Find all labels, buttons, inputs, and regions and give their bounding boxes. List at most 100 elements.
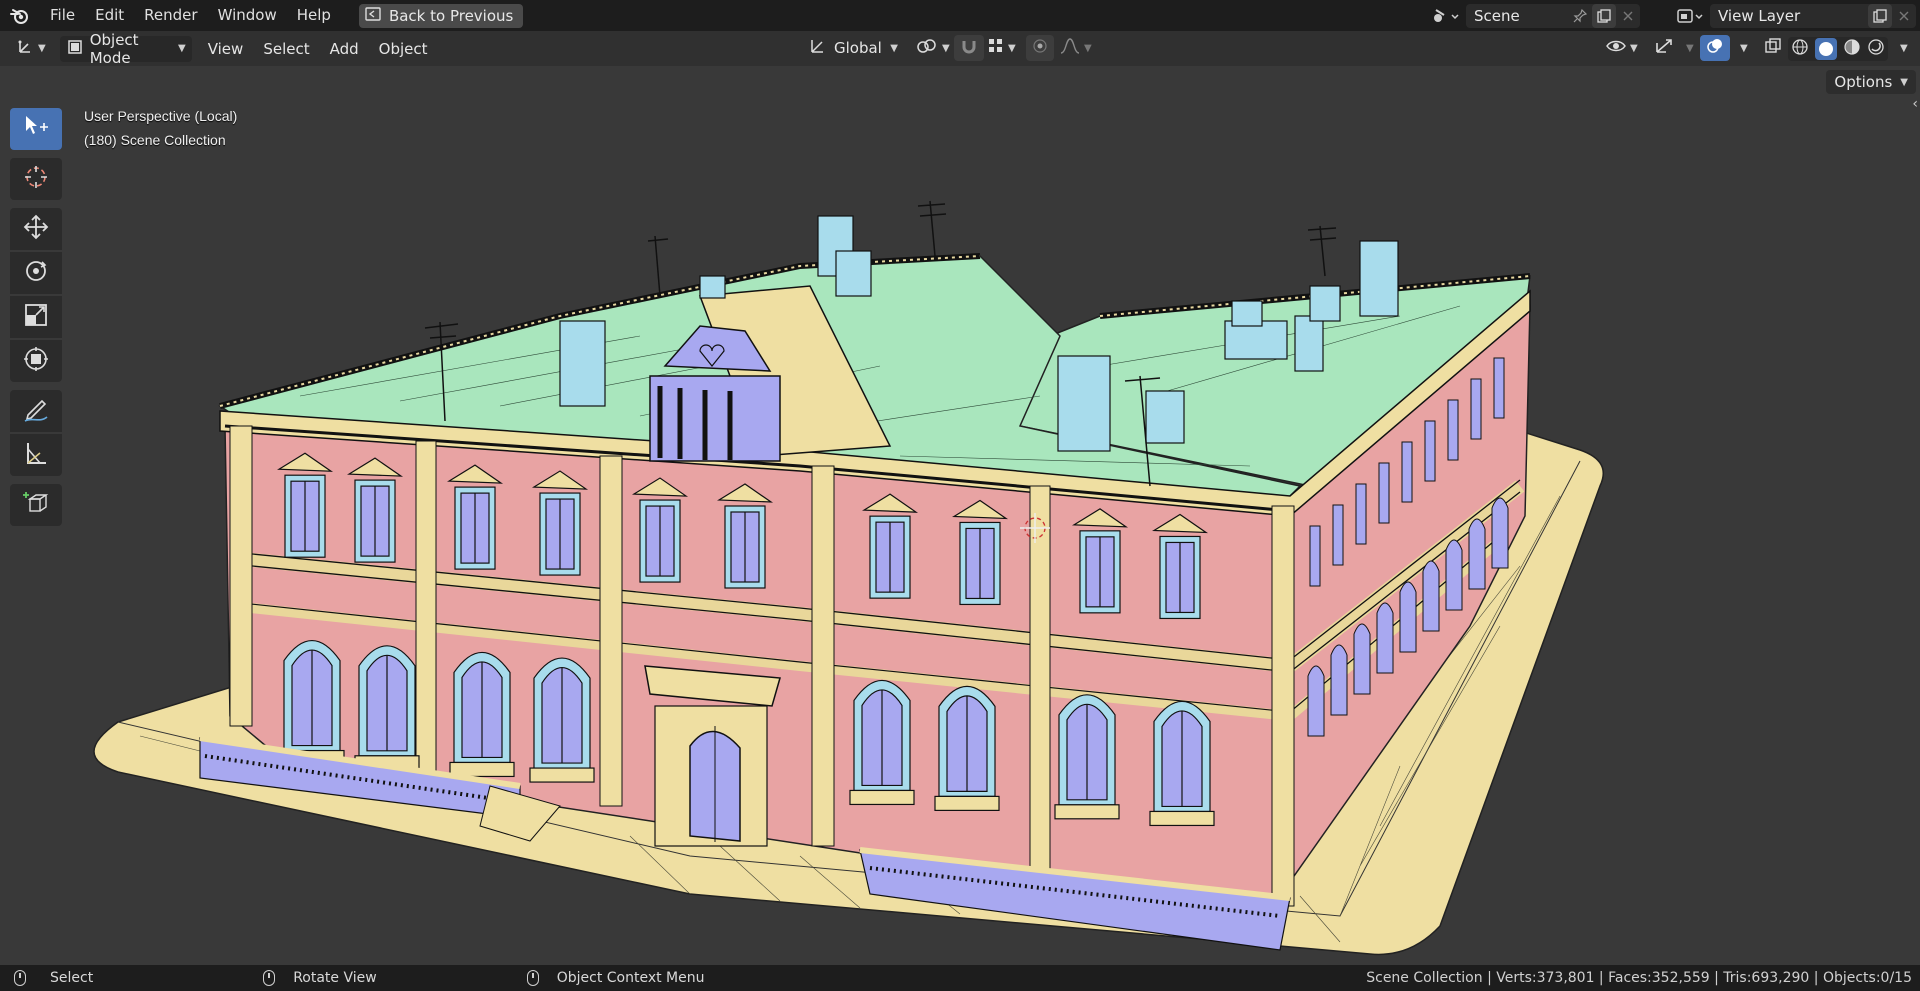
object-mode-dropdown[interactable]: Object Mode ▼ xyxy=(59,31,192,67)
upper-window xyxy=(632,477,689,583)
scene-selector[interactable]: Scene xyxy=(1466,4,1640,28)
scene-statistics: Scene Collection | Verts:373,801 | Faces… xyxy=(1366,970,1912,986)
new-scene-icon[interactable] xyxy=(1592,4,1616,28)
orientation-label: Global xyxy=(834,39,882,57)
menu-file[interactable]: File xyxy=(40,0,85,31)
chevron-down-icon: ▼ xyxy=(890,42,898,54)
eye-icon xyxy=(1606,38,1626,58)
shading-mode-group xyxy=(1788,37,1888,61)
status-rotate-hint: Rotate View xyxy=(263,970,377,986)
shading-options-dropdown[interactable]: ▼ xyxy=(1890,35,1914,61)
status-context-label: Object Context Menu xyxy=(556,970,705,986)
overlays-dropdown[interactable]: ▼ xyxy=(1730,35,1754,61)
pivot-icon xyxy=(916,37,938,59)
object-mode-label: Object Mode xyxy=(89,30,139,67)
pivot-point-dropdown[interactable]: ▼ xyxy=(910,35,956,61)
sidebar-toggle-icon[interactable]: ‹ xyxy=(1912,96,1918,112)
mouse-right-icon xyxy=(526,970,539,986)
close-scene-icon[interactable] xyxy=(1616,4,1640,28)
perspective-label: User Perspective (Local) xyxy=(84,108,238,124)
gizmo-icon xyxy=(1654,37,1674,59)
upper-window xyxy=(277,452,334,558)
chevron-down-icon: ▼ xyxy=(1630,42,1638,54)
transform-orientation-dropdown[interactable]: Global ▼ xyxy=(802,35,904,61)
status-select-hint: Select xyxy=(14,970,93,986)
rotate-icon xyxy=(22,257,50,289)
select-cursor-icon xyxy=(22,113,50,145)
mouse-middle-icon xyxy=(263,970,276,986)
menu-help[interactable]: Help xyxy=(287,0,341,31)
blender-logo-icon[interactable] xyxy=(0,0,40,31)
chevron-down-icon: ▼ xyxy=(1686,42,1694,54)
editor-type-button[interactable]: ▼ xyxy=(10,36,52,62)
upper-window xyxy=(532,470,589,576)
upper-window xyxy=(1152,513,1209,620)
material-shading-icon[interactable] xyxy=(1843,38,1861,60)
upper-window xyxy=(447,464,504,570)
overlays-icon xyxy=(1706,37,1724,59)
annotate-tool[interactable] xyxy=(10,390,62,432)
chevron-down-icon: ▼ xyxy=(38,43,46,54)
view-layer-selector[interactable]: View Layer xyxy=(1710,4,1916,28)
rotate-tool[interactable] xyxy=(10,252,62,294)
menu-edit[interactable]: Edit xyxy=(85,0,134,31)
snap-toggle[interactable] xyxy=(954,35,984,61)
view-layer-type-icon[interactable] xyxy=(1672,4,1708,28)
scale-tool[interactable] xyxy=(10,296,62,338)
solid-shading-icon[interactable] xyxy=(1815,38,1837,60)
menu-object[interactable]: Object xyxy=(369,40,438,58)
arched-window xyxy=(449,651,515,778)
wireframe-shading-icon[interactable] xyxy=(1791,38,1809,60)
proportional-edit-icon xyxy=(1032,38,1048,58)
menu-select[interactable]: Select xyxy=(253,40,319,58)
measure-tool[interactable] xyxy=(10,434,62,476)
scene-type-icon[interactable] xyxy=(1428,4,1464,28)
options-label: Options xyxy=(1834,73,1893,91)
scale-icon xyxy=(22,301,50,333)
object-mode-icon xyxy=(66,38,84,60)
select-box-tool[interactable] xyxy=(10,108,62,150)
view-layer-name: View Layer xyxy=(1718,7,1801,25)
visibility-dropdown[interactable]: ▼ xyxy=(1600,35,1644,61)
new-view-layer-icon[interactable] xyxy=(1868,4,1892,28)
chevron-down-icon: ▼ xyxy=(178,43,186,54)
chevron-down-icon: ▼ xyxy=(1900,76,1908,88)
upper-window xyxy=(862,493,919,599)
cursor-target-icon xyxy=(22,163,50,195)
proportional-edit-toggle[interactable] xyxy=(1026,35,1054,61)
transform-tool[interactable] xyxy=(10,340,62,382)
chevron-down-icon: ▼ xyxy=(1008,42,1016,54)
ruler-icon xyxy=(22,439,50,471)
menu-view[interactable]: View xyxy=(198,40,254,58)
upper-window xyxy=(347,457,404,563)
grid-snap-icon xyxy=(988,38,1004,58)
scene-name: Scene xyxy=(1474,7,1520,25)
arched-window xyxy=(529,657,595,783)
gizmo-dropdown[interactable]: ▼ xyxy=(1676,35,1700,61)
xray-toggle[interactable] xyxy=(1758,35,1788,61)
pin-icon[interactable] xyxy=(1568,4,1592,28)
status-context-hint: Object Context Menu xyxy=(526,970,705,986)
close-view-layer-icon[interactable] xyxy=(1892,4,1916,28)
back-to-previous-button[interactable]: Back to Previous xyxy=(358,3,524,28)
cursor-tool[interactable] xyxy=(10,158,62,200)
options-dropdown[interactable]: Options ▼ xyxy=(1826,70,1916,94)
arched-window xyxy=(279,639,345,766)
upper-window xyxy=(717,483,774,589)
snap-target-dropdown[interactable]: ▼ xyxy=(982,35,1022,61)
menu-render[interactable]: Render xyxy=(134,0,207,31)
menu-window[interactable]: Window xyxy=(208,0,287,31)
add-cube-tool[interactable] xyxy=(10,484,62,526)
falloff-curve-icon xyxy=(1060,38,1080,58)
move-tool[interactable] xyxy=(10,208,62,250)
status-rotate-label: Rotate View xyxy=(293,970,377,986)
rendered-shading-icon[interactable] xyxy=(1867,38,1885,60)
building-model xyxy=(93,200,1604,956)
overlays-toggle[interactable] xyxy=(1700,35,1730,61)
transform-icon xyxy=(22,345,50,377)
falloff-dropdown[interactable]: ▼ xyxy=(1054,35,1098,61)
mouse-left-icon xyxy=(14,970,26,986)
back-icon xyxy=(365,6,381,25)
3d-viewport[interactable]: User Perspective (Local) (180) Scene Col… xyxy=(0,66,1920,965)
menu-add[interactable]: Add xyxy=(320,40,369,58)
